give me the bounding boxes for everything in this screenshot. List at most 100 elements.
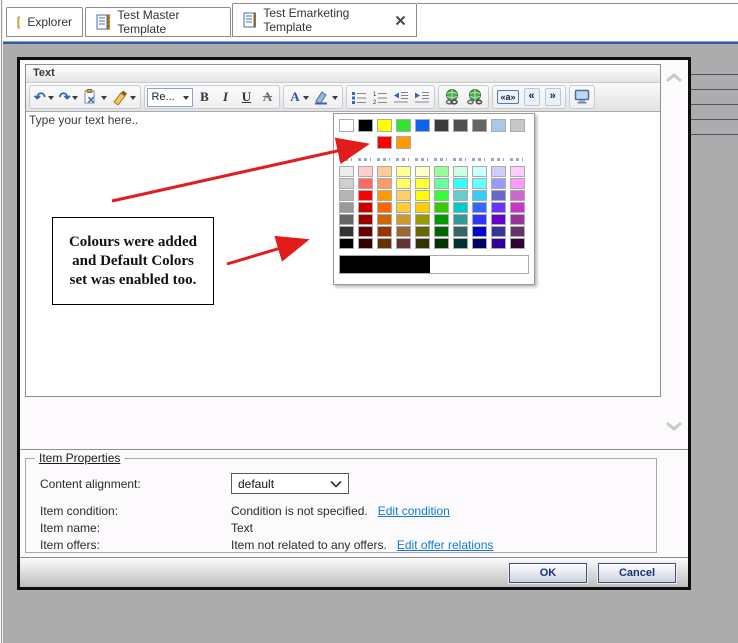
color-swatch[interactable] bbox=[377, 166, 392, 177]
chevron-down-icon[interactable] bbox=[130, 96, 137, 103]
content-alignment-select[interactable]: default bbox=[231, 473, 349, 494]
color-swatch[interactable] bbox=[339, 202, 354, 213]
color-swatch[interactable] bbox=[377, 238, 392, 249]
color-swatch[interactable] bbox=[415, 190, 430, 201]
color-swatch[interactable] bbox=[358, 214, 373, 225]
chevron-down-icon[interactable] bbox=[303, 96, 310, 103]
color-swatch[interactable] bbox=[377, 214, 392, 225]
color-swatch[interactable] bbox=[472, 178, 487, 189]
bold-button[interactable]: B bbox=[194, 87, 214, 107]
font-color-button[interactable]: A bbox=[286, 87, 311, 107]
highlight-color-button[interactable] bbox=[312, 87, 340, 107]
color-swatch[interactable] bbox=[339, 190, 354, 201]
color-swatch[interactable] bbox=[339, 119, 354, 132]
color-swatch[interactable] bbox=[453, 202, 468, 213]
color-swatch[interactable] bbox=[339, 238, 354, 249]
tab-explorer[interactable]: Explorer bbox=[6, 7, 83, 37]
color-swatch[interactable] bbox=[472, 226, 487, 237]
scroll-down-button[interactable] bbox=[665, 418, 683, 436]
color-swatch[interactable] bbox=[453, 238, 468, 249]
paragraph-style-dropdown[interactable]: Re... bbox=[147, 87, 194, 107]
color-swatch[interactable] bbox=[358, 238, 373, 249]
numbered-list-button[interactable]: 12 bbox=[370, 87, 390, 107]
color-swatch[interactable] bbox=[377, 202, 392, 213]
color-swatch[interactable] bbox=[491, 119, 506, 132]
indent-button[interactable] bbox=[412, 87, 432, 107]
color-swatch[interactable] bbox=[415, 178, 430, 189]
color-swatch[interactable] bbox=[453, 190, 468, 201]
cancel-button[interactable]: Cancel bbox=[597, 562, 677, 584]
color-swatch[interactable] bbox=[434, 178, 449, 189]
color-swatch[interactable] bbox=[377, 178, 392, 189]
color-swatch[interactable] bbox=[510, 226, 525, 237]
color-swatch[interactable] bbox=[396, 214, 411, 225]
chevron-down-icon[interactable] bbox=[47, 96, 54, 103]
color-swatch[interactable] bbox=[434, 226, 449, 237]
color-swatch[interactable] bbox=[339, 166, 354, 177]
color-swatch[interactable] bbox=[453, 119, 468, 132]
color-swatch[interactable] bbox=[358, 166, 373, 177]
strikethrough-button[interactable]: A bbox=[257, 87, 277, 107]
color-swatch[interactable] bbox=[510, 190, 525, 201]
color-swatch[interactable] bbox=[396, 136, 411, 149]
color-swatch[interactable] bbox=[415, 202, 430, 213]
color-swatch[interactable] bbox=[415, 214, 430, 225]
color-swatch[interactable] bbox=[358, 226, 373, 237]
color-swatch[interactable] bbox=[377, 136, 392, 149]
color-swatch[interactable] bbox=[415, 166, 430, 177]
open-quote-button[interactable]: « bbox=[522, 87, 542, 107]
color-swatch[interactable] bbox=[510, 119, 525, 132]
tab-test-emarketing-template[interactable]: Test Emarketing Template bbox=[232, 3, 417, 37]
format-painter-button[interactable] bbox=[110, 87, 138, 107]
underline-button[interactable]: U bbox=[236, 87, 256, 107]
color-swatch[interactable] bbox=[434, 202, 449, 213]
color-swatch[interactable] bbox=[358, 202, 373, 213]
color-swatch[interactable] bbox=[434, 238, 449, 249]
color-swatch[interactable] bbox=[491, 214, 506, 225]
chevron-down-icon[interactable] bbox=[72, 96, 79, 103]
ok-button[interactable]: OK bbox=[508, 562, 588, 584]
color-swatch[interactable] bbox=[472, 166, 487, 177]
color-swatch[interactable] bbox=[510, 178, 525, 189]
color-swatch[interactable] bbox=[491, 202, 506, 213]
color-swatch[interactable] bbox=[434, 214, 449, 225]
color-swatch[interactable] bbox=[358, 178, 373, 189]
color-swatch[interactable] bbox=[415, 119, 430, 132]
close-quote-button[interactable]: » bbox=[543, 87, 563, 107]
color-swatch[interactable] bbox=[415, 238, 430, 249]
color-swatch[interactable] bbox=[472, 214, 487, 225]
close-tab-button[interactable] bbox=[395, 15, 406, 26]
color-swatch[interactable] bbox=[396, 202, 411, 213]
color-swatch[interactable] bbox=[472, 202, 487, 213]
color-swatch[interactable] bbox=[377, 119, 392, 132]
color-swatch[interactable] bbox=[396, 178, 411, 189]
color-swatch[interactable] bbox=[453, 214, 468, 225]
color-swatch[interactable] bbox=[472, 190, 487, 201]
color-swatch[interactable] bbox=[415, 226, 430, 237]
color-swatch[interactable] bbox=[396, 226, 411, 237]
color-swatch[interactable] bbox=[510, 214, 525, 225]
color-swatch[interactable] bbox=[491, 178, 506, 189]
outdent-button[interactable] bbox=[391, 87, 411, 107]
color-swatch[interactable] bbox=[453, 226, 468, 237]
chevron-down-icon[interactable] bbox=[101, 96, 108, 103]
bullet-list-button[interactable] bbox=[349, 87, 369, 107]
insert-tag-button[interactable]: «a» bbox=[495, 87, 520, 107]
edit-condition-link[interactable]: Edit condition bbox=[378, 504, 450, 518]
scroll-up-button[interactable] bbox=[665, 70, 683, 88]
chevron-down-icon[interactable] bbox=[332, 96, 339, 103]
color-swatch[interactable] bbox=[491, 226, 506, 237]
color-swatch[interactable] bbox=[396, 119, 411, 132]
color-swatch[interactable] bbox=[510, 238, 525, 249]
paste-button[interactable] bbox=[81, 87, 109, 107]
italic-button[interactable]: I bbox=[215, 87, 235, 107]
color-swatch[interactable] bbox=[491, 238, 506, 249]
color-swatch[interactable] bbox=[472, 238, 487, 249]
remove-link-button[interactable] bbox=[464, 87, 486, 107]
color-swatch[interactable] bbox=[434, 190, 449, 201]
color-swatch[interactable] bbox=[396, 166, 411, 177]
tab-test-master-template[interactable]: Test Master Template bbox=[85, 7, 231, 37]
color-swatch[interactable] bbox=[358, 190, 373, 201]
color-swatch[interactable] bbox=[434, 166, 449, 177]
color-swatch[interactable] bbox=[377, 226, 392, 237]
